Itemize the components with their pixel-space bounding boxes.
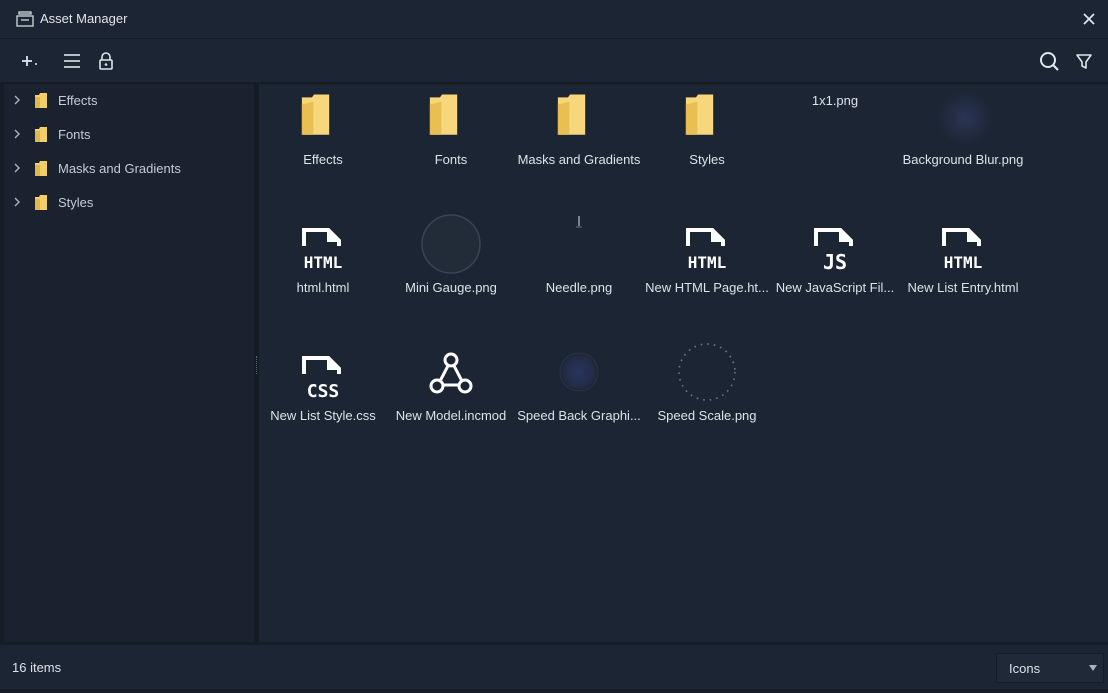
svg-text:HTML: HTML bbox=[944, 253, 983, 272]
asset-tile-effects[interactable]: Effects bbox=[259, 84, 387, 204]
folder-icon bbox=[429, 94, 458, 135]
tree-item-label: Effects bbox=[58, 93, 98, 108]
asset-name: Effects bbox=[303, 152, 343, 167]
svg-text:JS: JS bbox=[823, 250, 847, 274]
asset-tile-masks-and-gradients[interactable]: Masks and Gradients bbox=[515, 84, 643, 204]
folder-icon bbox=[35, 127, 47, 142]
window-title: Asset Manager bbox=[40, 11, 128, 26]
asset-name: Speed Scale.png bbox=[657, 408, 757, 423]
svg-text:HTML: HTML bbox=[304, 253, 343, 272]
asset-name: Mini Gauge.png bbox=[405, 280, 497, 295]
tree-item-label: Masks and Gradients bbox=[58, 161, 181, 176]
asset-name: New List Style.css bbox=[270, 408, 376, 423]
asset-name: Needle.png bbox=[545, 280, 613, 295]
folder-tree: Effects Fonts Masks and Gradients Styles bbox=[4, 84, 254, 642]
asset-tile-new-list-style[interactable]: CSS New List Style.css bbox=[259, 340, 387, 460]
asset-name: 1x1.png bbox=[811, 93, 859, 108]
asset-tile-speed-back-graphic[interactable]: Speed Back Graphi... bbox=[515, 340, 643, 460]
toolbar bbox=[0, 38, 1108, 82]
asset-tile-new-html-page[interactable]: HTML New HTML Page.ht... bbox=[643, 212, 771, 332]
tree-item-effects[interactable]: Effects bbox=[4, 86, 254, 114]
folder-icon bbox=[557, 94, 586, 135]
asset-tile-new-javascript-file[interactable]: JS New JavaScript Fil... bbox=[771, 212, 899, 332]
view-mode-value: Icons bbox=[1009, 661, 1041, 676]
splitter-grip[interactable] bbox=[256, 356, 257, 374]
svg-text:HTML: HTML bbox=[688, 253, 727, 272]
asset-tile-1x1[interactable]: 1x1.png bbox=[771, 84, 899, 204]
asset-name: Masks and Gradients bbox=[517, 152, 641, 167]
asset-tile-background-blur[interactable]: Background Blur.png bbox=[899, 84, 1027, 204]
folder-icon bbox=[35, 195, 47, 210]
chevron-right-icon[interactable] bbox=[12, 95, 22, 105]
status-bar: 16 items Icons bbox=[0, 644, 1108, 689]
asset-name: html.html bbox=[296, 280, 350, 295]
view-mode-select[interactable]: Icons bbox=[996, 653, 1104, 683]
asset-tile-needle[interactable]: Needle.png bbox=[515, 212, 643, 332]
window-bottom-edge bbox=[0, 689, 1108, 693]
speed-back-thumbnail bbox=[559, 352, 599, 392]
tree-item-fonts[interactable]: Fonts bbox=[4, 120, 254, 148]
asset-name: Background Blur.png bbox=[902, 152, 1024, 167]
folder-icon bbox=[301, 94, 330, 135]
html-file-icon: HTML bbox=[942, 228, 983, 272]
chevron-right-icon[interactable] bbox=[12, 197, 22, 207]
html-file-icon: HTML bbox=[302, 228, 343, 272]
asset-tile-fonts[interactable]: Fonts bbox=[387, 84, 515, 204]
speed-scale-thumbnail bbox=[678, 343, 736, 401]
tree-item-styles[interactable]: Styles bbox=[4, 188, 254, 216]
folder-icon bbox=[35, 161, 47, 176]
filter-icon[interactable] bbox=[1072, 49, 1096, 73]
asset-name: New Model.incmod bbox=[395, 408, 507, 423]
asset-tile-mini-gauge[interactable]: Mini Gauge.png bbox=[387, 212, 515, 332]
css-file-icon: CSS bbox=[302, 356, 341, 402]
asset-tile-new-list-entry[interactable]: HTML New List Entry.html bbox=[899, 212, 1027, 332]
asset-name: New HTML Page.ht... bbox=[645, 280, 769, 295]
add-asset-button[interactable] bbox=[18, 49, 42, 73]
needle-thumbnail bbox=[576, 216, 582, 228]
asset-tile-html[interactable]: HTML html.html bbox=[259, 212, 387, 332]
gauge-thumbnail bbox=[421, 214, 481, 274]
html-file-icon: HTML bbox=[686, 228, 727, 272]
close-icon[interactable] bbox=[1080, 10, 1098, 28]
menu-lines-icon[interactable] bbox=[60, 49, 84, 73]
blur-thumbnail bbox=[937, 90, 993, 146]
svg-text:CSS: CSS bbox=[307, 381, 340, 402]
tree-item-masks-and-gradients[interactable]: Masks and Gradients bbox=[4, 154, 254, 182]
asset-tile-new-model[interactable]: New Model.incmod bbox=[387, 340, 515, 460]
asset-tile-speed-scale[interactable]: Speed Scale.png bbox=[643, 340, 771, 460]
chevron-right-icon[interactable] bbox=[12, 163, 22, 173]
asset-tile-styles[interactable]: Styles bbox=[643, 84, 771, 204]
inbox-tray-icon bbox=[16, 11, 34, 27]
chevron-right-icon[interactable] bbox=[12, 129, 22, 139]
tree-item-label: Fonts bbox=[58, 127, 91, 142]
title-bar: Asset Manager bbox=[0, 0, 1108, 38]
asset-name: Styles bbox=[689, 152, 725, 167]
dropdown-arrow-icon[interactable] bbox=[1089, 665, 1097, 671]
asset-name: Speed Back Graphi... bbox=[517, 408, 641, 423]
folder-icon bbox=[35, 93, 47, 108]
asset-grid: Effects Fonts Masks and Gradients Styles… bbox=[259, 84, 1108, 642]
js-file-icon: JS bbox=[814, 228, 853, 274]
model-graph-icon bbox=[429, 352, 473, 394]
tree-item-label: Styles bbox=[58, 195, 94, 210]
search-icon[interactable] bbox=[1037, 49, 1061, 73]
asset-name: New JavaScript Fil... bbox=[775, 280, 895, 295]
lock-icon[interactable] bbox=[94, 49, 118, 73]
item-count: 16 items bbox=[12, 660, 62, 675]
asset-name: Fonts bbox=[434, 152, 468, 167]
folder-icon bbox=[685, 94, 714, 135]
asset-name: New List Entry.html bbox=[907, 280, 1019, 295]
